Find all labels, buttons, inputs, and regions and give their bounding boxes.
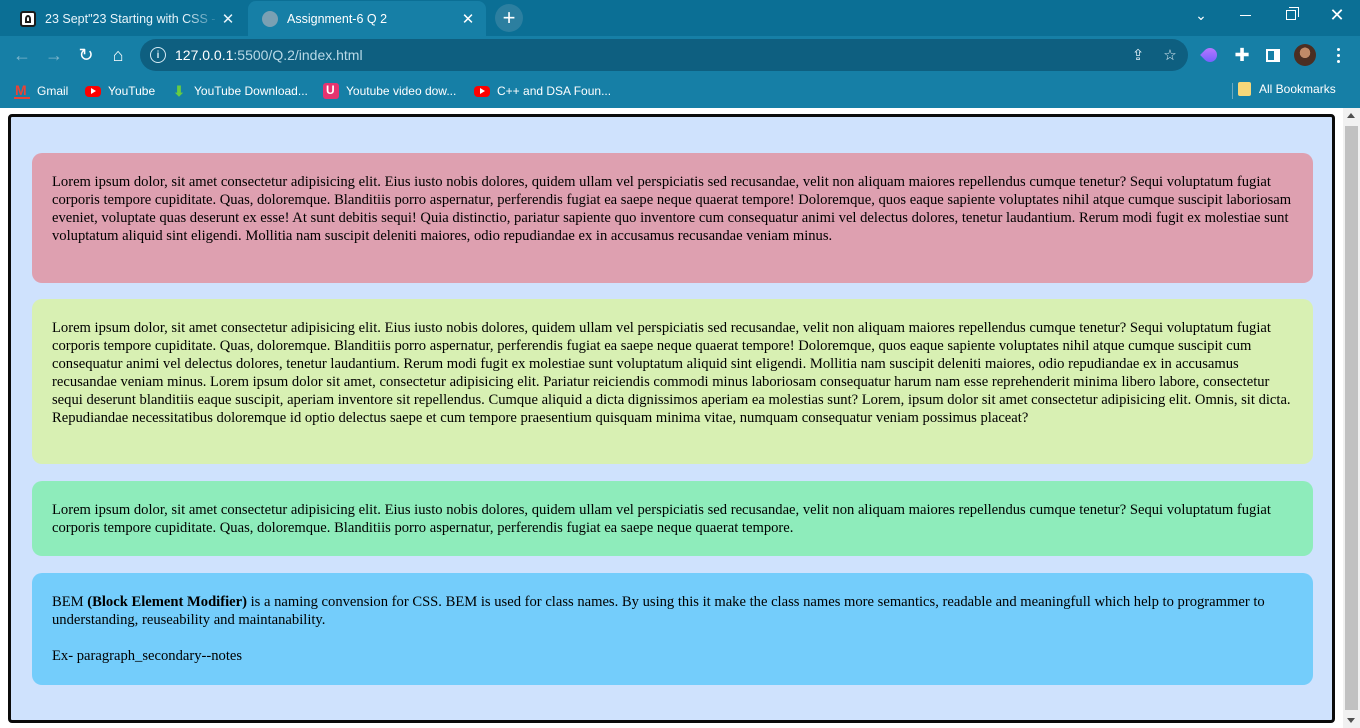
scrollbar-thumb[interactable] (1345, 126, 1358, 710)
forward-arrow-icon[interactable]: → (40, 41, 68, 69)
bookmark-label: Youtube video dow... (346, 84, 457, 98)
bookmark-label: Gmail (37, 84, 69, 98)
close-window-button[interactable]: ✕ (1314, 0, 1360, 30)
tab-strip: 23 Sept"23 Starting with CSS - fu ✕ Assi… (0, 0, 1360, 36)
all-bookmarks-button[interactable]: All Bookmarks (1238, 82, 1336, 96)
bookmark-cpp-dsa[interactable]: C++ and DSA Foun... (474, 82, 611, 100)
u-icon (323, 83, 339, 99)
vertical-scrollbar[interactable] (1343, 108, 1360, 728)
bem-prefix: BEM (52, 594, 88, 610)
all-bookmarks-label: All Bookmarks (1259, 82, 1336, 96)
bem-bold-term: (Block Element Modifier) (87, 594, 247, 610)
paragraph: Lorem ipsum dolor, sit amet consectetur … (52, 174, 1292, 244)
address-bar[interactable]: i 127.0.0.1:5500/Q.2/index.html ⇪ ☆ (140, 39, 1188, 71)
globe-icon (262, 10, 278, 27)
tab-assignment[interactable]: Assignment-6 Q 2 ✕ (248, 1, 486, 36)
puzzle-extensions-icon[interactable]: ✚ (1228, 41, 1256, 69)
content-box-mint: Lorem ipsum dolor, sit amet consectetur … (32, 481, 1313, 556)
site-info-icon[interactable]: i (150, 47, 166, 63)
paragraph: Lorem ipsum dolor, sit amet consectetur … (52, 502, 1271, 536)
gmail-icon (14, 82, 30, 99)
profile-avatar[interactable] (1291, 41, 1319, 69)
bookmark-youtube-download[interactable]: ⬇ YouTube Download... (171, 82, 308, 100)
reload-icon[interactable]: ↻ (72, 41, 100, 69)
folder-icon (1238, 82, 1251, 96)
extension-icon[interactable] (1196, 41, 1224, 69)
tab-css-notes[interactable]: 23 Sept"23 Starting with CSS - fu ✕ (6, 1, 246, 36)
bookmark-label: YouTube Download... (194, 84, 308, 98)
bem-example: Ex- paragraph_secondary--notes (52, 648, 243, 664)
youtube-icon (85, 85, 101, 97)
side-panel-icon[interactable] (1259, 41, 1287, 69)
content-box-pink: Lorem ipsum dolor, sit amet consectetur … (32, 153, 1313, 283)
page-viewport: Lorem ipsum dolor, sit amet consectetur … (0, 108, 1360, 728)
restore-button[interactable] (1268, 0, 1314, 30)
bookmark-star-icon[interactable]: ☆ (1160, 45, 1180, 65)
url-host: 127.0.0.1 (175, 47, 234, 63)
share-icon[interactable]: ⇪ (1128, 45, 1148, 65)
close-tab-icon[interactable]: ✕ (220, 10, 236, 28)
bem-paragraph: BEM (Block Element Modifier) is a naming… (52, 593, 1293, 629)
download-icon: ⬇ (173, 83, 185, 99)
page-favicon-icon (20, 10, 36, 27)
bookmarks-bar: Gmail YouTube ⬇ YouTube Download... Yout… (0, 74, 1360, 108)
bookmark-youtube-video-download[interactable]: Youtube video dow... (323, 82, 456, 100)
paragraph: Lorem ipsum dolor, sit amet consectetur … (52, 320, 1291, 426)
back-arrow-icon[interactable]: ← (8, 41, 36, 69)
bookmark-label: C++ and DSA Foun... (497, 84, 612, 98)
tab-title: Assignment-6 Q 2 (287, 11, 388, 26)
menu-kebab-icon[interactable] (1324, 41, 1352, 69)
content-box-bem: BEM (Block Element Modifier) is a naming… (32, 573, 1313, 685)
page-container: Lorem ipsum dolor, sit amet consectetur … (8, 114, 1335, 723)
content-box-lime: Lorem ipsum dolor, sit amet consectetur … (32, 299, 1313, 464)
new-tab-button[interactable]: + (495, 4, 523, 32)
tab-search-chevron-icon[interactable]: ⌄ (1178, 0, 1224, 30)
scroll-up-arrow-icon[interactable] (1347, 113, 1355, 118)
scroll-down-arrow-icon[interactable] (1347, 718, 1355, 723)
browser-toolbar: ← → ↻ ⌂ i 127.0.0.1:5500/Q.2/index.html … (0, 36, 1360, 74)
bookmark-youtube[interactable]: YouTube (85, 82, 155, 100)
close-tab-icon[interactable]: ✕ (460, 10, 476, 28)
minimize-button[interactable] (1222, 0, 1268, 30)
tab-title: 23 Sept"23 Starting with CSS - fu (45, 11, 220, 26)
bookmark-label: YouTube (108, 84, 156, 98)
bookmark-gmail[interactable]: Gmail (14, 82, 68, 100)
home-icon[interactable]: ⌂ (104, 41, 132, 69)
youtube-icon (474, 85, 490, 97)
bookmarks-divider (1232, 83, 1233, 99)
url-path: :5500/Q.2/index.html (233, 47, 363, 63)
